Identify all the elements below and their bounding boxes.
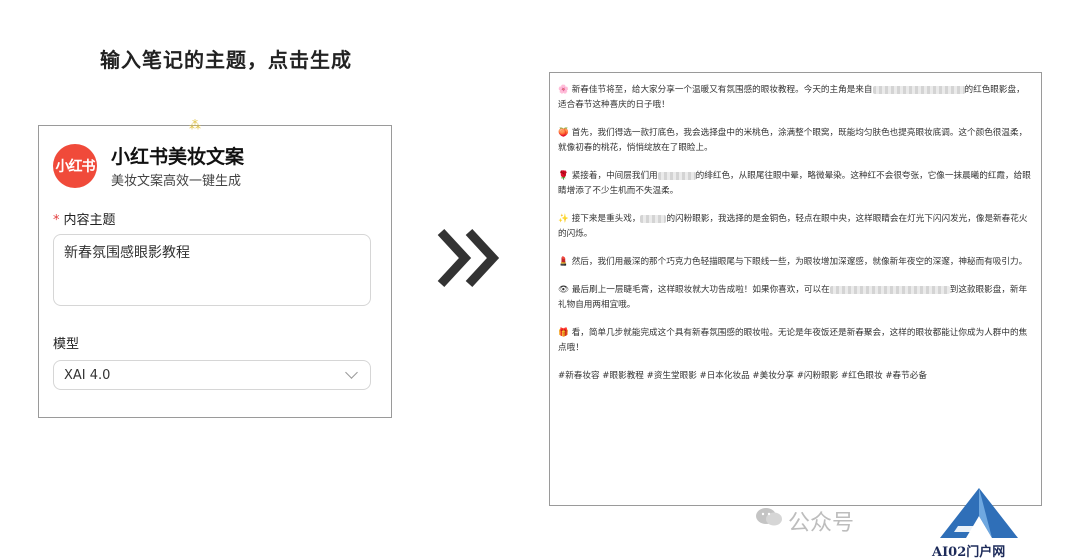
redacted-text [640,214,667,223]
redacted-text [872,85,965,94]
watermark-text: 公众号 [788,511,855,536]
page-heading: 输入笔记的主题，点击生成 [100,48,352,72]
output-paragraph: ✨ 接下来是重头戏， 的闪粉眼影，我选择的是金铜色，轻点在眼中央，这样眼睛会在灯光下… [558,214,1028,239]
output-paragraph: 👁 最后刷上一层睫毛膏，这样眼妆就大功告成啦！如果你喜欢，可以在 到这款眼影盘，新年… [558,285,1028,310]
hashtag-line: #新春妆容 #眼影教程 #资生堂眼影 #日本化妆品 #美妆分享 #闪粉眼影 #红… [558,371,927,381]
flower-icon: 🌸 [558,85,569,95]
app-subtitle: 美妆文案高效一键生成 [111,174,242,189]
gift-icon: 🎁 [558,328,569,338]
wechat-icon [756,508,782,526]
output-paragraph: 🌸 新春佳节将至，给大家分享一个温暖又有氛围感的眼妆教程。今天的主角是来自 的红色眼… [558,85,1025,110]
xiaohongshu-logo: 小红书 [53,144,97,188]
sparkles-icon: ✨ [558,214,569,224]
topic-textarea[interactable]: 新春氛围感眼影教程 [53,234,371,306]
brand-name: AI02门户网 [932,545,1006,560]
sparkle-icon: ⁂ [189,118,201,132]
redacted-text [657,171,696,180]
peach-icon: 🍑 [558,128,569,138]
eye-icon: 👁 [558,285,569,295]
output-paragraph: 🌹 紧接着，中间层我们用 的绯红色，从眼尾往眼中晕，略微晕染。这种红不会很夸张，它像… [558,171,1031,196]
lipstick-icon: 💄 [558,257,569,267]
redacted-text [829,285,950,294]
app-title: 小红书美妆文案 [111,146,245,168]
model-label: 模型 [53,337,80,352]
chevron-down-icon [345,366,358,379]
output-paragraph: 🍑 首先，我们得选一款打底色，我会选择盘中的米桃色，涂满整个眼窝，既能均匀肤色也提… [558,128,1028,153]
topic-label: * 内容主题 [53,213,116,228]
generated-output-panel: 🌸 新春佳节将至，给大家分享一个温暖又有氛围感的眼妆教程。今天的主角是来自 的红色眼… [549,72,1042,506]
model-select-value: XAI 4.0 [64,367,111,383]
generator-form-card: 小红书 ⁂ 小红书美妆文案 美妆文案高效一键生成 * 内容主题 新春氛围感眼影教程… [38,118,392,418]
rose-icon: 🌹 [558,171,569,181]
double-chevron-right-icon [437,228,500,288]
output-paragraph: 💄 然后，我们用最深的那个巧克力色轻描眼尾与下眼线一些，为眼妆增加深邃感，就像新年… [558,257,1028,267]
output-paragraph: 🎁 看，简单几步就能完成这个具有新春氛围感的眼妆啦。无论是年夜饭还是新春聚会，这样… [558,328,1028,353]
ai02-brand-logo [940,488,1018,538]
model-select[interactable]: XAI 4.0 [53,360,371,390]
required-mark: * [53,213,60,228]
